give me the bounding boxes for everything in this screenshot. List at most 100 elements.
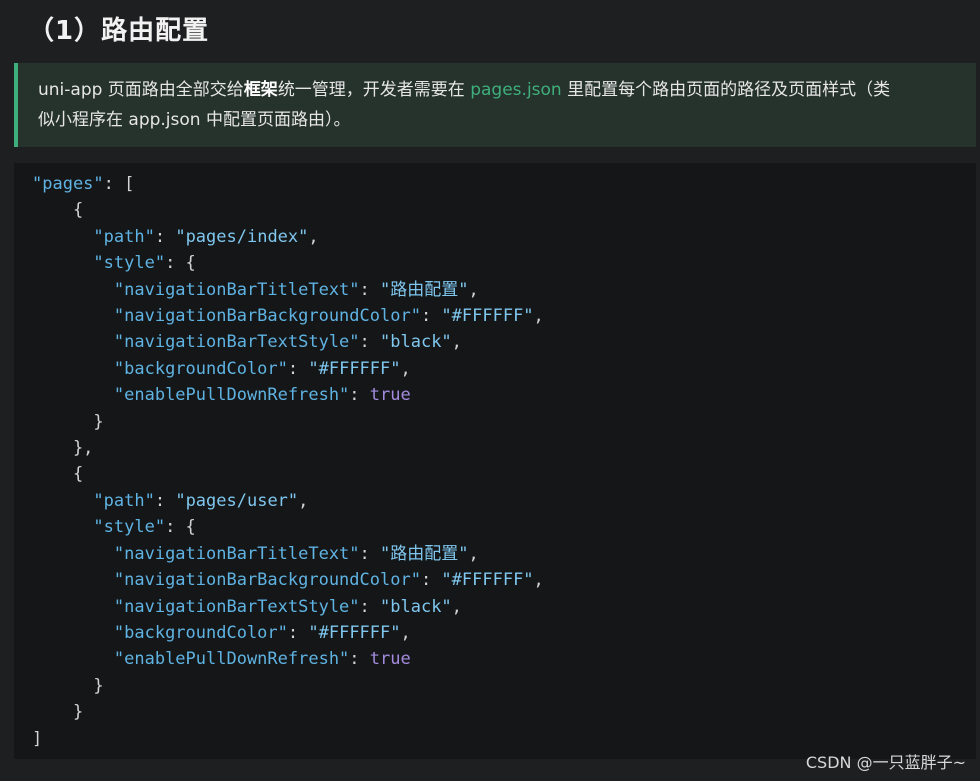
code-punct: { (32, 200, 84, 221)
code-punct: : [ (103, 174, 135, 194)
note-text-3: 里配置每个路由页面的路径及页面样式（类 (561, 80, 891, 100)
note-text-2: 统一管理，开发者需要在 (277, 80, 471, 100)
code-line: "enablePullDownRefresh": true (32, 646, 544, 672)
code-punct: , (468, 279, 479, 300)
code-punct: , (451, 332, 462, 353)
code-string: "路由配置" (380, 279, 469, 300)
code-key: "style" (93, 517, 166, 538)
code-key: "navigationBarTitleText" (113, 543, 360, 564)
code-line: { (32, 461, 544, 487)
code-punct: , (298, 490, 309, 511)
code-line: "backgroundColor": "#FFFFFF", (32, 356, 544, 382)
note-line-2: 似小程序在 app.json 中配置页面路由）。 (38, 110, 351, 130)
code-string: "#FFFFFF" (308, 358, 401, 379)
code-key: "navigationBarTextStyle" (113, 332, 360, 353)
code-key: "navigationBarBackgroundColor" (113, 306, 421, 327)
csdn-watermark: CSDN @一只蓝胖子~ (805, 753, 966, 772)
code-punct: : { (165, 517, 196, 538)
code-key: "navigationBarTitleText" (113, 279, 360, 300)
code-line: } (32, 409, 544, 435)
code-string: "#FFFFFF" (441, 306, 534, 327)
code-punct: , (468, 543, 479, 564)
code-string: "pages/index" (175, 226, 309, 247)
code-string: "#FFFFFF" (308, 622, 401, 643)
code-key: "path" (93, 490, 155, 511)
code-key: "navigationBarTextStyle" (113, 596, 360, 617)
info-note: uni-app 页面路由全部交给框架统一管理，开发者需要在 pages.json… (14, 63, 976, 147)
code-punct: , (451, 596, 462, 617)
code-boolean: true (369, 649, 411, 670)
code-line: "path": "pages/index", (32, 224, 544, 250)
code-line: "navigationBarTextStyle": "black", (32, 594, 544, 620)
code-punct: : (154, 226, 176, 247)
code-string: "pages/user" (175, 490, 299, 511)
code-punct: { (32, 464, 84, 485)
code-punct: , (308, 226, 319, 247)
code-punct: ] (32, 728, 43, 749)
code-punct: : (359, 596, 381, 617)
code-key: "path" (93, 226, 155, 247)
code-key: "style" (93, 253, 166, 274)
code-punct: } (32, 702, 84, 723)
code-punct: , (400, 622, 411, 643)
code-line: "navigationBarBackgroundColor": "#FFFFFF… (32, 303, 544, 329)
code-line: "navigationBarTitleText": "路由配置", (32, 277, 544, 303)
code-punct: : { (165, 253, 196, 274)
code-string: "black" (380, 332, 452, 353)
code-line: } (32, 673, 544, 699)
code-line: ] (32, 726, 544, 752)
code-content: "pages": [ { "path": "pages/index", "sty… (32, 171, 544, 752)
code-line: "enablePullDownRefresh": true (32, 382, 544, 408)
code-punct: : (349, 649, 370, 670)
code-line: "style": { (32, 514, 544, 540)
code-key: "pages" (32, 174, 104, 194)
code-string: "路由配置" (380, 543, 469, 564)
code-punct: : (359, 279, 381, 300)
code-key: "enablePullDownRefresh" (113, 649, 350, 670)
code-line: "backgroundColor": "#FFFFFF", (32, 620, 544, 646)
code-line: "navigationBarTitleText": "路由配置", (32, 541, 544, 567)
code-punct: : (420, 306, 442, 327)
code-punct: } (32, 675, 104, 696)
code-punct: : (359, 332, 381, 353)
code-punct: : (154, 490, 176, 511)
code-punct: : (420, 570, 442, 591)
code-key: "backgroundColor" (113, 622, 288, 643)
code-line: { (32, 197, 544, 223)
note-text-1: uni-app 页面路由全部交给 (38, 80, 244, 100)
section-heading: （1）路由配置 (28, 16, 210, 46)
code-line: } (32, 699, 544, 725)
code-punct: : (287, 358, 309, 379)
code-line: "style": { (32, 250, 544, 276)
code-string: "black" (380, 596, 452, 617)
code-punct: , (533, 306, 544, 327)
note-line-1: uni-app 页面路由全部交给框架统一管理，开发者需要在 pages.json… (38, 75, 960, 105)
code-punct: , (533, 570, 544, 591)
note-pages-json-link[interactable]: pages.json (470, 80, 561, 100)
code-punct: , (400, 358, 411, 379)
code-line: "pages": [ (32, 171, 544, 197)
code-punct: : (359, 543, 381, 564)
code-punct: : (287, 622, 309, 643)
code-string: "#FFFFFF" (441, 570, 534, 591)
code-line: "navigationBarTextStyle": "black", (32, 329, 544, 355)
code-punct: } (32, 411, 104, 432)
code-line: "path": "pages/user", (32, 488, 544, 514)
code-key: "enablePullDownRefresh" (113, 385, 350, 406)
code-key: "backgroundColor" (113, 358, 288, 379)
code-punct: }, (32, 438, 94, 459)
code-block: "pages": [ { "path": "pages/index", "sty… (14, 163, 976, 759)
code-line: "navigationBarBackgroundColor": "#FFFFFF… (32, 567, 544, 593)
